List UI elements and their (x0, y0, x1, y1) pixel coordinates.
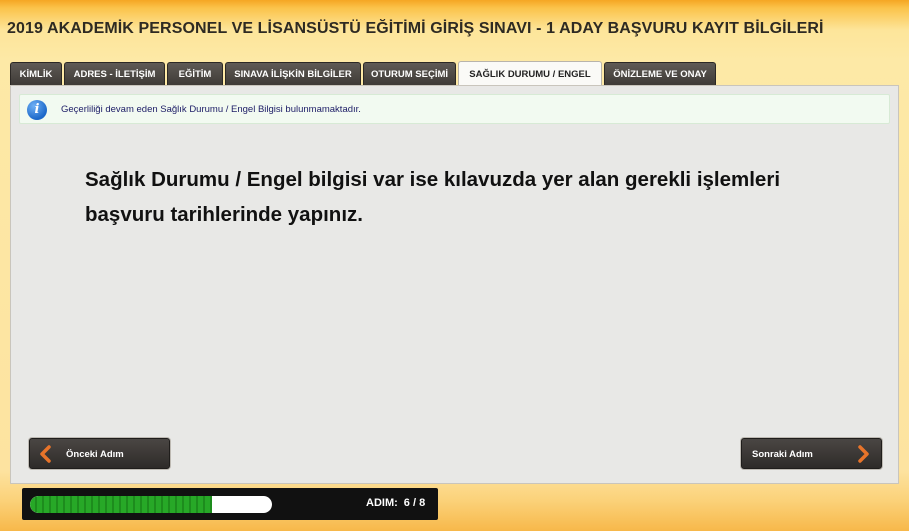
progress-bar-fill (30, 496, 212, 513)
previous-step-button[interactable]: Önceki Adım (29, 438, 170, 469)
step-indicator: ADIM: 6 / 8 (366, 497, 425, 509)
progress-bar (30, 496, 272, 513)
arrow-right-icon (858, 445, 869, 463)
previous-step-label: Önceki Adım (66, 449, 124, 460)
info-notice: i Geçerliliği devam eden Sağlık Durumu /… (19, 94, 890, 124)
tab-onizleme-ve-onay[interactable]: ÖNİZLEME VE ONAY (604, 62, 716, 85)
step-indicator-label: ADIM: (366, 497, 398, 509)
tab-adres-iletisim[interactable]: ADRES - İLETİŞİM (64, 62, 165, 85)
next-step-label: Sonraki Adım (752, 449, 813, 460)
next-step-button[interactable]: Sonraki Adım (741, 438, 882, 469)
info-notice-text: Geçerliliği devam eden Sağlık Durumu / E… (61, 104, 361, 115)
tab-egitim[interactable]: EĞİTİM (167, 62, 223, 85)
tab-saglik-durumu-engel[interactable]: SAĞLIK DURUMU / ENGEL (458, 61, 602, 86)
step-indicator-value: 6 / 8 (403, 497, 426, 509)
step-tabs: KİMLİK ADRES - İLETİŞİM EĞİTİM SINAVA İL… (10, 61, 899, 86)
step-progress: ADIM: 6 / 8 (22, 488, 438, 520)
tab-oturum-secimi[interactable]: OTURUM SEÇİMİ (363, 62, 456, 85)
instruction-message: Sağlık Durumu / Engel bilgisi var ise kı… (85, 168, 781, 226)
info-icon: i (27, 100, 47, 120)
arrow-left-icon (40, 445, 51, 463)
page-title: 2019 AKADEMİK PERSONEL VE LİSANSÜSTÜ EĞİ… (7, 20, 824, 37)
tab-sinava-iliskin-bilgiler[interactable]: SINAVA İLİŞKİN BİLGİLER (225, 62, 361, 85)
tab-content-panel: i Geçerliliği devam eden Sağlık Durumu /… (10, 85, 899, 484)
tab-kimlik[interactable]: KİMLİK (10, 62, 62, 85)
